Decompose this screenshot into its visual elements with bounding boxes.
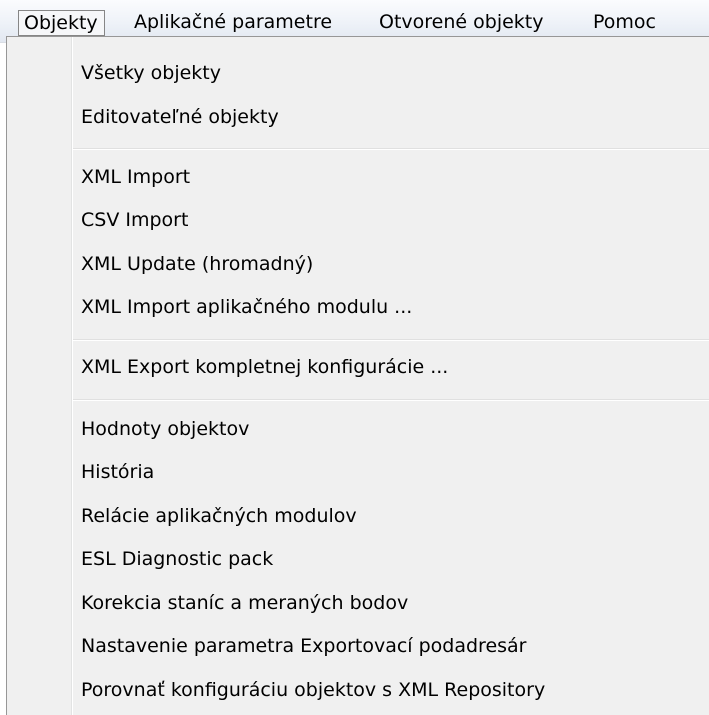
menu-separator bbox=[73, 339, 709, 341]
menu-item-xml-export[interactable]: XML Export kompletnej konfigurácie ... bbox=[81, 355, 448, 379]
menu-item-relacie-modulov[interactable]: Relácie aplikačných modulov bbox=[81, 504, 357, 528]
menu-item-korekcia-stanic[interactable]: Korekcia staníc a meraných bodov bbox=[81, 591, 408, 615]
menu-item-hodnoty-objektov[interactable]: Hodnoty objektov bbox=[81, 417, 249, 441]
objekty-dropdown-menu: Všetky objekty Editovateľné objekty XML … bbox=[6, 36, 709, 715]
menu-item-esl-diagnostic-pack[interactable]: ESL Diagnostic pack bbox=[81, 547, 273, 571]
menu-item-nastavenie-parametra[interactable]: Nastavenie parametra Exportovací podadre… bbox=[81, 634, 527, 658]
menu-item-porovnat-konfiguraciu[interactable]: Porovnať konfiguráciu objektov s XML Rep… bbox=[81, 678, 545, 702]
menu-separator bbox=[73, 148, 709, 150]
menu-objekty[interactable]: Objekty bbox=[18, 10, 105, 36]
menu-separator bbox=[73, 399, 709, 401]
menu-otvorene-objekty[interactable]: Otvorené objekty bbox=[379, 10, 543, 36]
icon-gutter-divider bbox=[71, 37, 73, 715]
menu-item-vsetky-objekty[interactable]: Všetky objekty bbox=[81, 61, 221, 85]
menu-item-xml-import[interactable]: XML Import bbox=[81, 165, 190, 189]
menu-item-xml-import-modulu[interactable]: XML Import aplikačného modulu ... bbox=[81, 295, 412, 319]
menu-item-editovatelne-objekty[interactable]: Editovateľné objekty bbox=[81, 105, 279, 129]
menu-item-historia[interactable]: História bbox=[81, 460, 154, 484]
menu-pomoc[interactable]: Pomoc bbox=[593, 10, 656, 36]
menu-aplikacne-parametre[interactable]: Aplikačné parametre bbox=[134, 10, 332, 36]
menu-item-csv-import[interactable]: CSV Import bbox=[81, 208, 188, 232]
menu-item-xml-update[interactable]: XML Update (hromadný) bbox=[81, 252, 313, 276]
